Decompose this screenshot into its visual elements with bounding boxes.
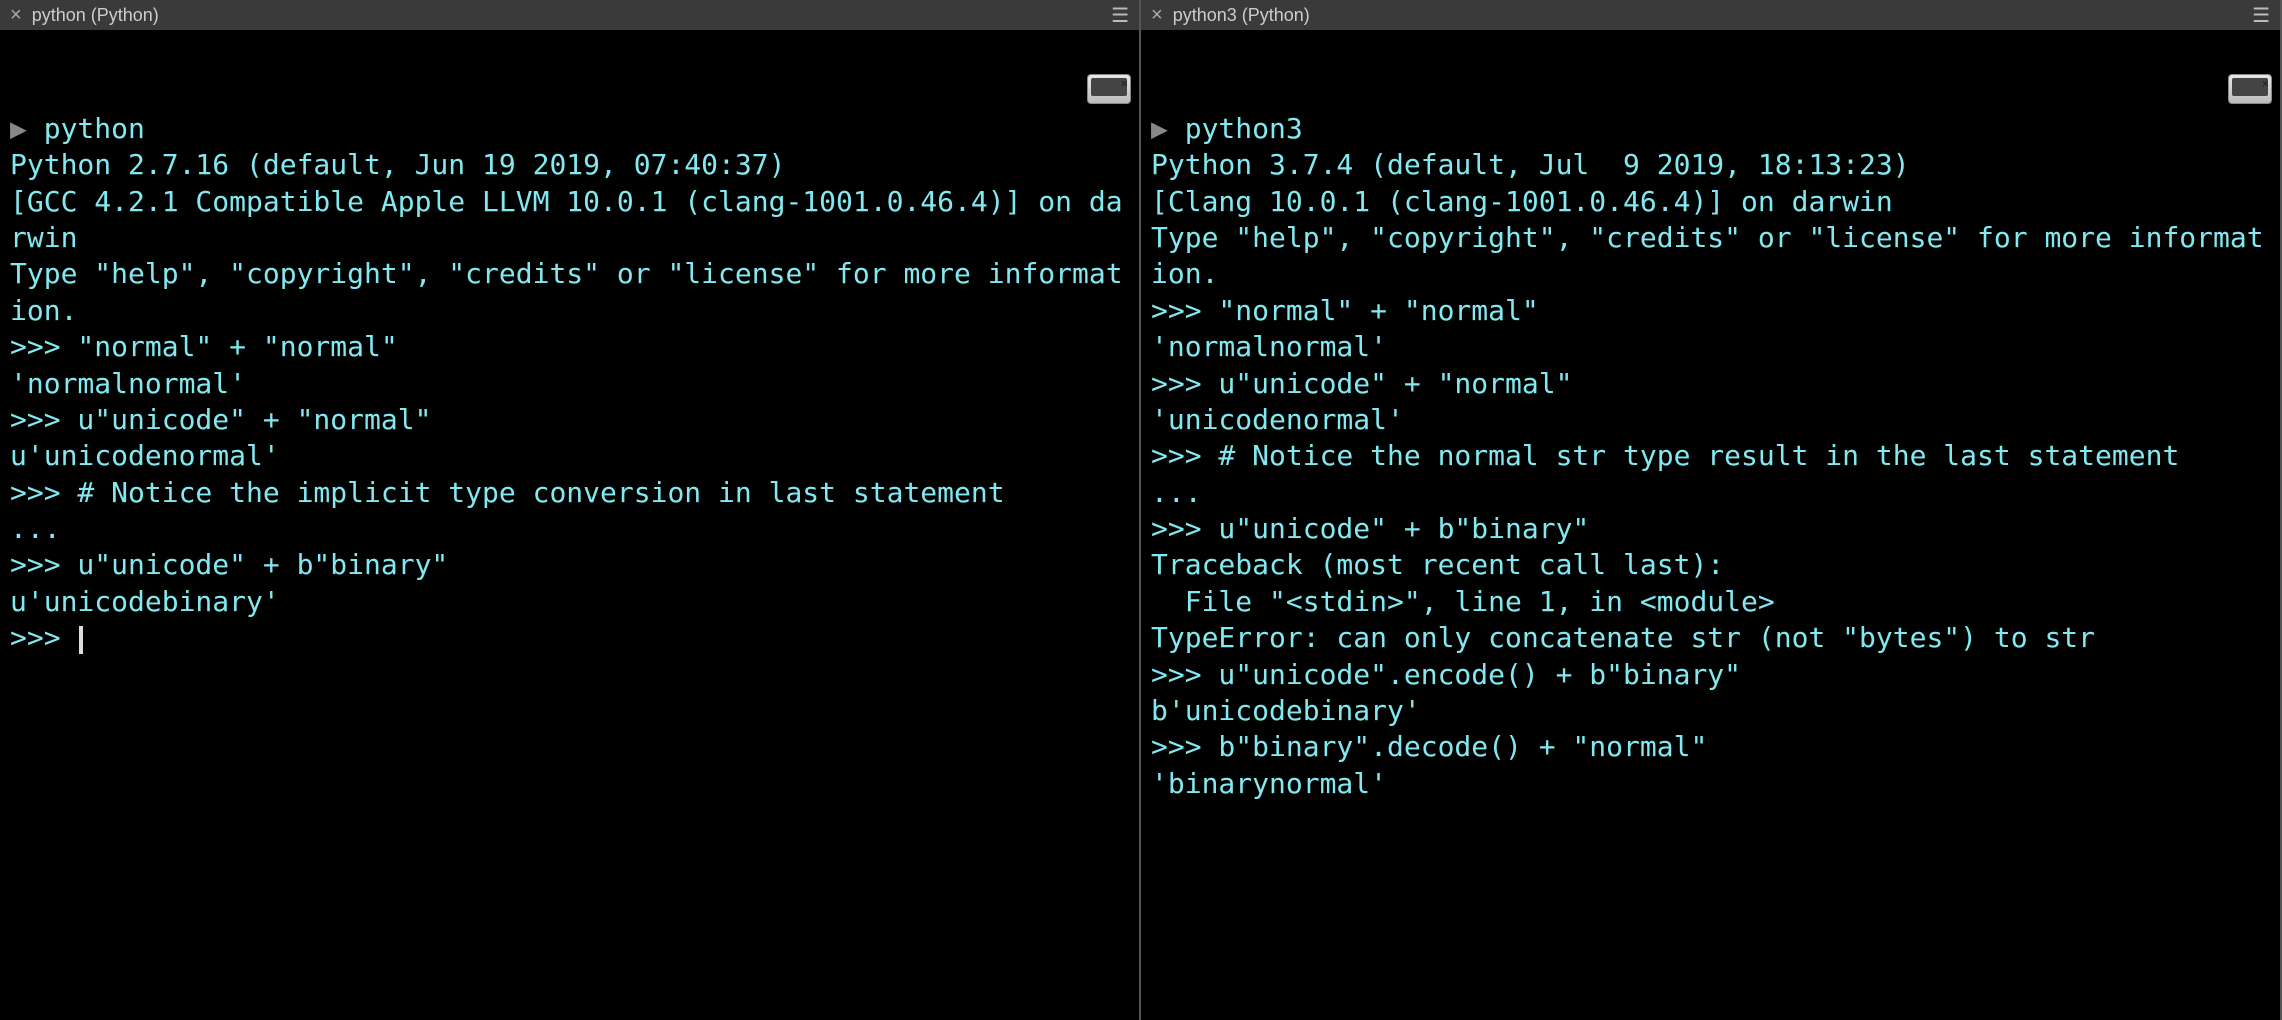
- right-title: python3 (Python): [1173, 5, 2242, 26]
- left-title: python (Python): [32, 5, 1101, 26]
- repl-input: >>> u"unicode" + b"binary": [10, 548, 448, 581]
- menu-icon[interactable]: ☰: [1111, 3, 1129, 27]
- repl-output: ...: [1151, 476, 1202, 509]
- help-line: Type "help", "copyright", "credits" or "…: [1151, 221, 2264, 290]
- computer-icon[interactable]: [2228, 74, 2272, 104]
- repl-input: >>> "normal" + "normal": [10, 330, 398, 363]
- right-pane: × python3 (Python) ☰ ▶ python3 Python 3.…: [1141, 0, 2282, 1020]
- repl-output: u'unicodebinary': [10, 585, 280, 618]
- right-terminal[interactable]: ▶ python3 Python 3.7.4 (default, Jul 9 2…: [1141, 30, 2280, 1020]
- repl-input: >>> u"unicode".encode() + b"binary": [1151, 658, 1741, 691]
- compiler-info: [GCC 4.2.1 Compatible Apple LLVM 10.0.1 …: [10, 185, 1123, 254]
- left-titlebar: × python (Python) ☰: [0, 0, 1139, 30]
- repl-input: >>> u"unicode" + "normal": [10, 403, 431, 436]
- repl-input: >>> # Notice the implicit type conversio…: [10, 476, 1005, 509]
- command: python: [44, 112, 145, 145]
- prompt-arrow: ▶: [10, 112, 27, 145]
- repl-output: 'normalnormal': [1151, 330, 1387, 363]
- repl-prompt: >>>: [10, 621, 77, 654]
- repl-output: b'unicodebinary': [1151, 694, 1421, 727]
- computer-icon[interactable]: [1087, 74, 1131, 104]
- traceback-line: Traceback (most recent call last):: [1151, 548, 1724, 581]
- repl-output: ...: [10, 512, 61, 545]
- help-line: Type "help", "copyright", "credits" or "…: [10, 257, 1123, 326]
- right-titlebar: × python3 (Python) ☰: [1141, 0, 2280, 30]
- repl-output: u'unicodenormal': [10, 439, 280, 472]
- repl-output: 'unicodenormal': [1151, 403, 1404, 436]
- repl-input: >>> u"unicode" + b"binary": [1151, 512, 1589, 545]
- left-terminal[interactable]: ▶ python Python 2.7.16 (default, Jun 19 …: [0, 30, 1139, 1020]
- prompt-arrow: ▶: [1151, 112, 1168, 145]
- left-pane: × python (Python) ☰ ▶ python Python 2.7.…: [0, 0, 1141, 1020]
- repl-input: >>> "normal" + "normal": [1151, 294, 1539, 327]
- traceback-line: File "<stdin>", line 1, in <module>: [1151, 585, 1775, 618]
- compiler-info: [Clang 10.0.1 (clang-1001.0.46.4)] on da…: [1151, 185, 1893, 218]
- cursor: [79, 626, 83, 654]
- traceback-line: TypeError: can only concatenate str (not…: [1151, 621, 2095, 654]
- repl-input: >>> # Notice the normal str type result …: [1151, 439, 2179, 472]
- menu-icon[interactable]: ☰: [2252, 3, 2270, 27]
- command: python3: [1185, 112, 1303, 145]
- repl-input: >>> b"binary".decode() + "normal": [1151, 730, 1707, 763]
- python-header: Python 3.7.4 (default, Jul 9 2019, 18:13…: [1151, 148, 1926, 181]
- repl-output: 'binarynormal': [1151, 767, 1387, 800]
- close-icon[interactable]: ×: [10, 4, 22, 27]
- repl-input: >>> u"unicode" + "normal": [1151, 367, 1572, 400]
- close-icon[interactable]: ×: [1151, 4, 1163, 27]
- repl-output: 'normalnormal': [10, 367, 246, 400]
- python-header: Python 2.7.16 (default, Jun 19 2019, 07:…: [10, 148, 802, 181]
